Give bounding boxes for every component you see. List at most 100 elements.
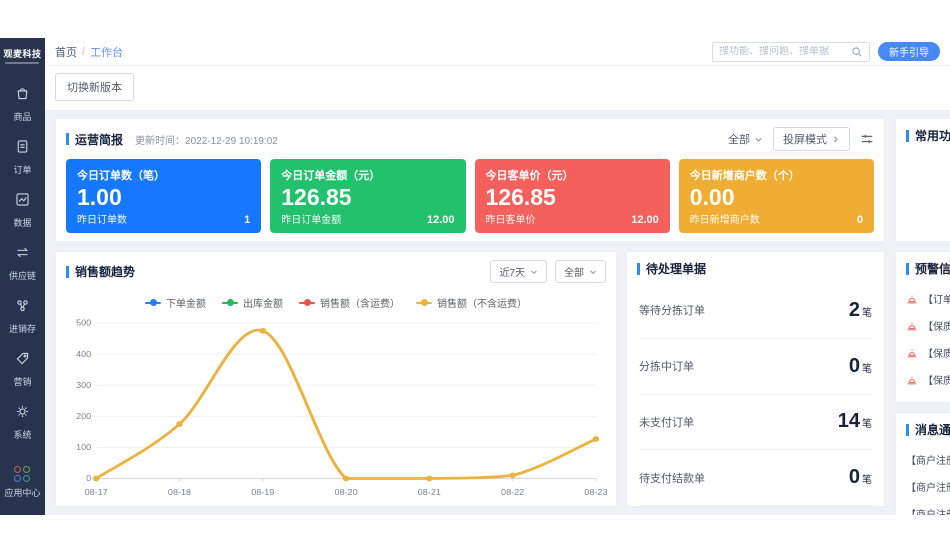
dashboard-content: 运营简报 更新时间：2022-12-29 10:19:02 全部 投屏模式 (45, 110, 950, 515)
pending-unit: 笔 (862, 364, 872, 375)
message-item[interactable]: 【商户注册】 (906, 446, 950, 473)
stat-yesterday-value: 12.00 (427, 214, 455, 226)
switch-version-button[interactable]: 切换新版本 (55, 73, 134, 101)
cast-mode-button[interactable]: 投屏模式 (773, 127, 850, 151)
alarm-icon (906, 320, 918, 332)
pending-value: 14 (838, 410, 860, 432)
pending-row-waiting-sort[interactable]: 等待分拣订单 2笔 (639, 283, 872, 339)
legend-item[interactable]: 销售额（含运费） (299, 295, 400, 310)
alert-item[interactable]: 【保质期】 (906, 312, 950, 339)
swap-arrows-icon (14, 244, 31, 266)
chevron-down-icon (589, 268, 597, 276)
stat-yesterday-label: 昨日订单金额 (281, 211, 341, 226)
sales-trend-chart: 010020030040050008-1708-1808-1908-2008-2… (56, 312, 616, 506)
messages-list: 【商户注册】 【商户注册】 【商户注册】 【商户注册】 (896, 444, 950, 515)
svg-text:400: 400 (76, 349, 91, 358)
sidebar-item-data[interactable]: 数据 (0, 184, 45, 237)
legend-item[interactable]: 出库金额 (222, 295, 283, 310)
alert-item[interactable]: 【订单】 (906, 285, 950, 312)
app-center-icon (14, 466, 31, 483)
alert-text: 【订单】 (923, 291, 950, 306)
logo-subtitle (5, 62, 39, 64)
operations-brief-panel: 运营简报 更新时间：2022-12-29 10:19:02 全部 投屏模式 (55, 118, 885, 242)
chevron-down-icon (530, 268, 538, 276)
pending-row-sorting[interactable]: 分拣中订单 0笔 (639, 339, 872, 395)
svg-text:300: 300 (76, 380, 91, 389)
svg-text:200: 200 (76, 411, 91, 420)
breadcrumb-current[interactable]: 工作台 (90, 44, 123, 60)
svg-text:08-20: 08-20 (334, 487, 357, 496)
stat-card-today-orders[interactable]: 今日订单数（笔） 1.00 昨日订单数1 (66, 159, 261, 233)
stat-cards: 今日订单数（笔） 1.00 昨日订单数1 今日订单金额（元） 126.85 昨日… (66, 159, 874, 233)
svg-text:08-23: 08-23 (584, 487, 607, 496)
alerts-title: 预警信息 (915, 260, 950, 277)
top-bar: 首页 / 工作台 新手引导 (45, 38, 950, 65)
message-item[interactable]: 【商户注册】 (906, 473, 950, 500)
svg-text:08-18: 08-18 (168, 487, 191, 496)
trend-scope-select[interactable]: 全部 (555, 260, 606, 283)
pending-documents-panel: 待处理单据 等待分拣订单 2笔 分拣中订单 0笔 (626, 251, 885, 507)
brief-scope-select[interactable]: 全部 (728, 131, 763, 147)
brief-update-time: 更新时间：2022-12-29 10:19:02 (135, 132, 278, 147)
sales-trend-panel: 销售额趋势 近7天 全部 (55, 251, 617, 507)
stat-card-title: 今日新增商户数（个） (690, 167, 863, 183)
order-document-icon (14, 138, 31, 160)
message-text: 【商户注册】 (906, 506, 950, 515)
pending-label: 待支付结款单 (639, 470, 705, 486)
trend-range-select[interactable]: 近7天 (490, 260, 547, 283)
sidebar-item-label: 商品 (13, 110, 31, 123)
pending-list: 等待分拣订单 2笔 分拣中订单 0笔 未支付订单 14笔 (627, 283, 884, 506)
version-bar: 切换新版本 (45, 65, 950, 110)
search-input[interactable] (713, 46, 851, 57)
gear-icon (14, 403, 31, 425)
alert-item[interactable]: 【保质期】 (906, 366, 950, 393)
sidebar-item-label: 系统 (13, 428, 31, 441)
pending-label: 等待分拣订单 (639, 302, 705, 318)
stat-yesterday-value: 12.00 (631, 214, 659, 226)
chevron-down-icon (754, 135, 763, 144)
svg-text:08-19: 08-19 (251, 487, 274, 496)
sidebar-item-goods[interactable]: 商品 (0, 78, 45, 131)
pending-label: 未支付订单 (639, 414, 694, 430)
stat-card-avg-price[interactable]: 今日客单价（元） 126.85 昨日客单价12.00 (475, 159, 670, 233)
pending-row-unpaid-orders[interactable]: 未支付订单 14笔 (639, 395, 872, 451)
svg-text:08-21: 08-21 (418, 487, 441, 496)
line-chart-canvas: 010020030040050008-1708-1808-1908-2008-2… (62, 314, 610, 502)
message-item[interactable]: 【商户注册】 (906, 500, 950, 515)
alert-text: 【保质期】 (923, 318, 950, 333)
chart-line-icon (14, 191, 31, 213)
alarm-icon (906, 293, 918, 305)
sidebar-item-inventory[interactable]: 进销存 (0, 290, 45, 343)
alarm-icon (906, 347, 918, 359)
newbie-guide-button[interactable]: 新手引导 (878, 42, 940, 61)
sidebar-item-app-center[interactable]: 应用中心 (0, 459, 45, 507)
legend-item[interactable]: 下单金额 (145, 295, 206, 310)
trend-title: 销售额趋势 (75, 263, 135, 280)
stat-card-today-amount[interactable]: 今日订单金额（元） 126.85 昨日订单金额12.00 (270, 159, 465, 233)
search-icon[interactable] (851, 46, 863, 58)
sidebar-nav: 商品 订单 数据 供应链 进销存 营销 (0, 78, 45, 459)
alert-item[interactable]: 【保质期】 (906, 339, 950, 366)
sidebar-item-system[interactable]: 系统 (0, 396, 45, 449)
accent-bar (906, 424, 909, 436)
svg-text:500: 500 (76, 318, 91, 327)
common-functions-panel: 常用功能 (895, 118, 950, 242)
svg-text:08-22: 08-22 (501, 487, 524, 496)
filter-sliders-icon[interactable] (860, 132, 874, 146)
stat-card-value: 1.00 (77, 184, 250, 211)
brief-title: 运营简报 (75, 131, 123, 148)
stat-card-new-merchants[interactable]: 今日新增商户数（个） 0.00 昨日新增商户数0 (679, 159, 874, 233)
pending-unit: 笔 (862, 475, 872, 486)
sidebar-item-supply-chain[interactable]: 供应链 (0, 237, 45, 290)
sidebar-item-label: 供应链 (9, 269, 36, 282)
legend-item[interactable]: 销售额（不含运费） (416, 295, 527, 310)
sidebar-item-label: 营销 (13, 375, 31, 388)
pending-row-unpaid-settlement[interactable]: 待支付结款单 0笔 (639, 450, 872, 506)
breadcrumb-home[interactable]: 首页 (55, 44, 77, 60)
accent-bar (906, 263, 909, 275)
sidebar-item-marketing[interactable]: 营销 (0, 343, 45, 396)
sidebar-item-label: 数据 (13, 216, 31, 229)
svg-text:0: 0 (86, 474, 91, 483)
stat-yesterday-label: 昨日客单价 (486, 211, 536, 226)
sidebar-item-orders[interactable]: 订单 (0, 131, 45, 184)
